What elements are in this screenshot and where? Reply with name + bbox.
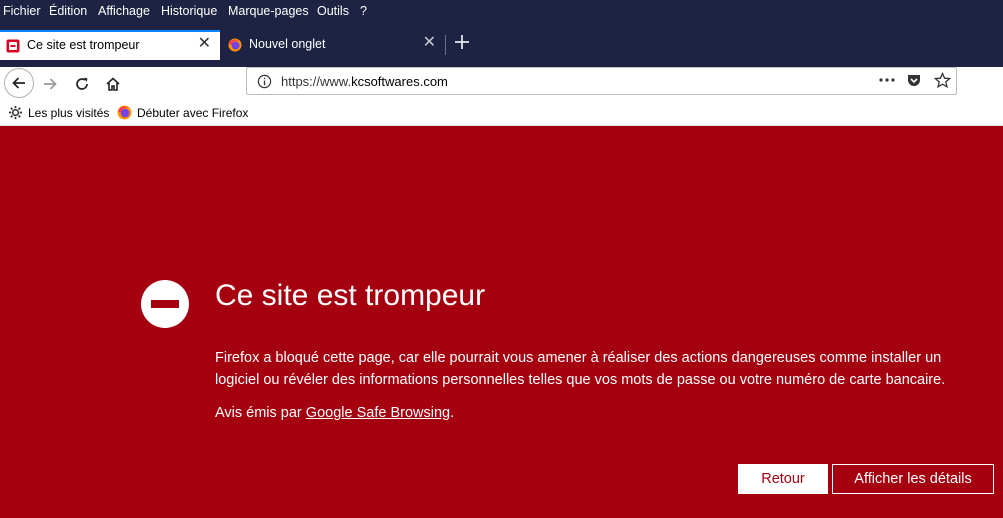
safe-browsing-link[interactable]: Google Safe Browsing bbox=[306, 405, 450, 421]
menu-help[interactable]: ? bbox=[360, 4, 367, 18]
url-bar[interactable]: https://www.kcsoftwares.com bbox=[246, 67, 957, 95]
tab-new-tab[interactable]: Nouvel onglet ✕ bbox=[222, 31, 445, 60]
source-suffix: . bbox=[450, 405, 455, 421]
bookmark-getting-started[interactable]: Débuter avec Firefox bbox=[117, 105, 248, 120]
bookmarks-toolbar: Les plus visités Débuter avec Firefox bbox=[0, 99, 1003, 126]
home-icon bbox=[106, 77, 120, 91]
menu-affichage[interactable]: Affichage bbox=[98, 4, 150, 18]
nav-bar: https://www.kcsoftwares.com bbox=[0, 67, 1003, 99]
blocked-icon bbox=[141, 280, 189, 328]
url-prefix: https://www. bbox=[281, 74, 352, 89]
tab-title: Ce site est trompeur bbox=[27, 38, 140, 52]
back-button[interactable] bbox=[4, 68, 34, 98]
forward-button[interactable] bbox=[36, 70, 64, 98]
menu-outils[interactable]: Outils bbox=[317, 4, 349, 18]
warning-description: Firefox a bloqué cette page, car elle po… bbox=[215, 350, 946, 388]
menu-edition[interactable]: Édition bbox=[49, 4, 87, 18]
plus-icon[interactable] bbox=[451, 32, 473, 54]
blocked-site-icon bbox=[6, 39, 20, 53]
deceptive-site-warning: Ce site est trompeur Firefox a bloqué ce… bbox=[0, 126, 1003, 518]
bookmark-label: Les plus visités bbox=[28, 105, 110, 120]
source-prefix: Avis émis par bbox=[215, 405, 306, 421]
tab-bar: Ce site est trompeur ✕ Nouvel onglet ✕ bbox=[0, 23, 1003, 67]
reload-button[interactable] bbox=[68, 70, 96, 98]
tab-separator bbox=[445, 35, 446, 55]
url-text[interactable]: https://www.kcsoftwares.com bbox=[281, 74, 448, 89]
gear-icon bbox=[8, 105, 23, 120]
bookmark-label: Débuter avec Firefox bbox=[137, 105, 249, 120]
menu-fichier[interactable]: Fichier bbox=[3, 4, 41, 18]
bookmark-star-icon[interactable] bbox=[933, 71, 952, 94]
pocket-icon[interactable] bbox=[906, 73, 922, 94]
page-actions-icon[interactable] bbox=[878, 72, 896, 93]
menu-historique[interactable]: Historique bbox=[161, 4, 217, 18]
firefox-icon bbox=[228, 38, 242, 52]
forward-arrow-icon bbox=[44, 78, 57, 90]
firefox-icon bbox=[117, 105, 132, 120]
url-host: kcsoftwares.com bbox=[351, 74, 448, 89]
warning-source: Avis émis par Google Safe Browsing. bbox=[215, 405, 454, 421]
site-info-icon[interactable] bbox=[257, 74, 272, 94]
warning-title: Ce site est trompeur bbox=[215, 279, 486, 312]
tab-title: Nouvel onglet bbox=[249, 37, 326, 51]
home-button[interactable] bbox=[99, 70, 127, 98]
reload-icon bbox=[76, 77, 88, 90]
close-tab-icon[interactable]: ✕ bbox=[423, 35, 436, 51]
bookmark-most-visited[interactable]: Les plus visités bbox=[8, 105, 109, 120]
back-arrow-icon bbox=[12, 77, 25, 89]
menu-bar: Fichier Édition Affichage Historique Mar… bbox=[0, 0, 1003, 23]
show-details-button[interactable]: Afficher les détails bbox=[832, 464, 994, 494]
back-button-warning[interactable]: Retour bbox=[738, 464, 828, 494]
close-tab-icon[interactable]: ✕ bbox=[198, 36, 211, 52]
menu-marque-pages[interactable]: Marque-pages bbox=[228, 4, 309, 18]
tab-deceptive-site[interactable]: Ce site est trompeur ✕ bbox=[0, 30, 220, 60]
